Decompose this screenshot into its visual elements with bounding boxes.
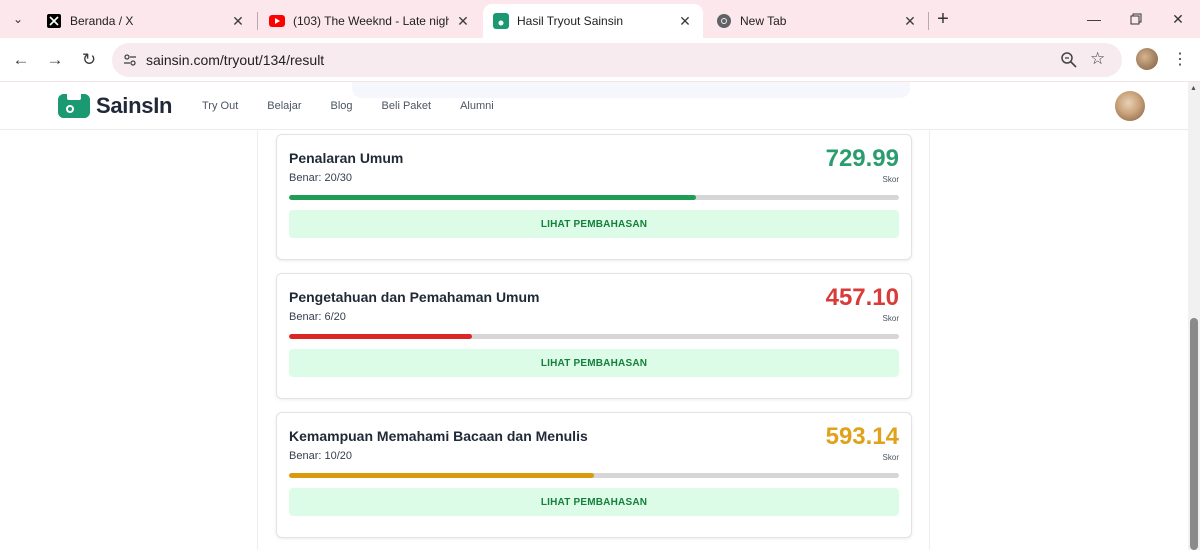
back-button[interactable]: ← (8, 47, 34, 73)
progress-bar (289, 195, 899, 200)
address-bar[interactable]: sainsin.com/tryout/134/result ☆ (112, 43, 1122, 77)
result-card: Kemampuan Memahami Bacaan dan Menulis Be… (276, 412, 912, 538)
reload-icon: ↻ (81, 50, 97, 69)
reload-button[interactable]: ↻ (76, 47, 102, 73)
tab-title: New Tab (740, 14, 787, 28)
close-icon[interactable]: ✕ (902, 13, 918, 29)
restore-button[interactable] (1124, 7, 1148, 31)
result-card: Pengetahuan dan Pemahaman Umum Benar: 6/… (276, 273, 912, 399)
plus-icon: + (937, 7, 949, 30)
minimize-icon: — (1087, 11, 1101, 27)
main-nav: Try Out Belajar Blog Beli Paket Alumni (202, 100, 523, 112)
subtest-title: Pengetahuan dan Pemahaman Umum (289, 289, 540, 305)
nav-item-blog[interactable]: Blog (331, 100, 353, 112)
close-icon: ✕ (1172, 10, 1184, 27)
nav-item-belajar[interactable]: Belajar (267, 100, 301, 112)
score-label: Skor (882, 175, 899, 184)
tab-youtube[interactable]: (103) The Weeknd - Late night c ✕ (259, 4, 481, 38)
scroll-thumb[interactable] (1190, 318, 1198, 550)
close-window-button[interactable]: ✕ (1166, 7, 1190, 31)
lihat-pembahasan-button[interactable]: LIHAT PEMBAHASAN (289, 210, 899, 238)
progress-fill (289, 334, 472, 339)
subtest-title: Kemampuan Memahami Bacaan dan Menulis (289, 428, 588, 444)
score-value: 729.99 (825, 145, 899, 172)
progress-bar (289, 334, 899, 339)
close-icon[interactable]: ✕ (230, 13, 246, 29)
youtube-icon (269, 13, 285, 29)
close-icon[interactable]: ✕ (455, 13, 471, 29)
browser-toolbar: ← → ↻ sainsin.com/tryout/134/result ☆ ⋮ (0, 38, 1200, 82)
tab-sainsin[interactable]: Hasil Tryout Sainsin ✕ (483, 4, 703, 38)
results-panel: Penalaran Umum Benar: 20/30 729.99 Skor … (257, 130, 930, 550)
tab-divider (257, 12, 258, 30)
sainsin-logo-icon (58, 94, 90, 118)
x-logo-icon (46, 13, 62, 29)
menu-icon[interactable]: ⋮ (1170, 49, 1190, 69)
scroll-up-icon[interactable]: ▲ (1190, 85, 1197, 92)
score-label: Skor (882, 314, 899, 323)
site-logo[interactable]: SainsIn (58, 93, 172, 119)
chevron-down-icon: ⌄ (12, 12, 24, 26)
tab-new-tab[interactable]: New Tab ✕ (706, 4, 928, 38)
progress-bar (289, 473, 899, 478)
tab-strip: ⌄ Beranda / X ✕ (103) The Weeknd - Late … (0, 0, 1200, 38)
score-value: 593.14 (825, 423, 899, 450)
score-value: 457.10 (825, 284, 899, 311)
user-avatar[interactable] (1115, 91, 1145, 121)
progress-fill (289, 195, 696, 200)
star-icon[interactable]: ☆ (1090, 49, 1105, 69)
nav-item-try-out[interactable]: Try Out (202, 100, 238, 112)
nav-item-alumni[interactable]: Alumni (460, 100, 494, 112)
result-card: Penalaran Umum Benar: 20/30 729.99 Skor … (276, 134, 912, 260)
new-tab-button[interactable]: + (932, 8, 954, 30)
arrow-right-icon: → (46, 50, 64, 69)
forward-button[interactable]: → (42, 47, 68, 73)
arrow-left-icon: ← (12, 50, 30, 69)
tab-divider (928, 12, 929, 30)
tab-search-button[interactable]: ⌄ (6, 7, 30, 31)
score-label: Skor (882, 453, 899, 462)
correct-count: Benar: 20/30 (289, 172, 352, 184)
brand-name: SainsIn (96, 93, 173, 118)
progress-fill (289, 473, 594, 478)
lihat-pembahasan-button[interactable]: LIHAT PEMBAHASAN (289, 488, 899, 516)
zoom-icon[interactable] (1060, 51, 1078, 69)
close-icon[interactable]: ✕ (677, 13, 693, 29)
subtest-title: Penalaran Umum (289, 150, 404, 166)
correct-count: Benar: 6/20 (289, 311, 346, 323)
sainsin-icon (493, 13, 509, 29)
restore-icon (1130, 13, 1142, 25)
page-scrollbar[interactable]: ▲ (1188, 82, 1200, 550)
tab-x[interactable]: Beranda / X ✕ (36, 4, 256, 38)
tab-title: (103) The Weeknd - Late night c (293, 14, 449, 28)
tab-title: Beranda / X (70, 14, 134, 28)
chrome-icon (716, 13, 732, 29)
tab-title: Hasil Tryout Sainsin (517, 14, 624, 28)
lihat-pembahasan-button[interactable]: LIHAT PEMBAHASAN (289, 349, 899, 377)
minimize-button[interactable]: — (1082, 7, 1106, 31)
url-text: sainsin.com/tryout/134/result (146, 52, 325, 68)
site-settings-icon[interactable] (122, 52, 138, 68)
nav-item-beli-paket[interactable]: Beli Paket (382, 100, 432, 112)
correct-count: Benar: 10/20 (289, 450, 352, 462)
sticky-banner-edge (352, 82, 910, 98)
profile-avatar[interactable] (1136, 48, 1158, 70)
